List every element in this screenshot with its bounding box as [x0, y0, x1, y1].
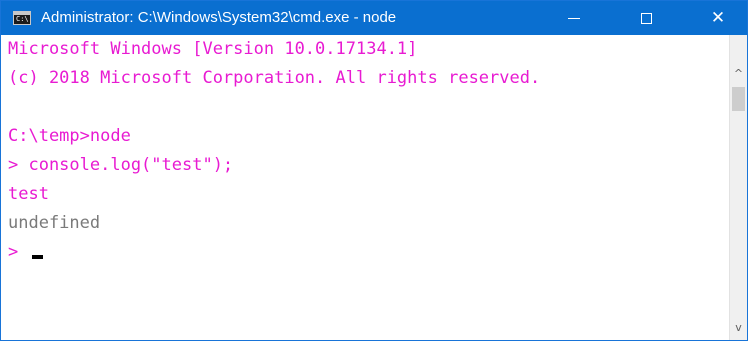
cmd-icon[interactable]: C:\: [13, 11, 31, 25]
console-line: > console.log("test");: [8, 155, 234, 175]
close-icon: ✕: [710, 8, 726, 28]
scrollbar-thumb[interactable]: [732, 87, 745, 111]
console-line: (c) 2018 Microsoft Corporation. All righ…: [8, 68, 541, 88]
console-window: C:\ Administrator: C:\Windows\System32\c…: [0, 0, 748, 341]
scroll-down-icon[interactable]: v: [730, 319, 747, 336]
console-line: Microsoft Windows [Version 10.0.17134.1]: [8, 39, 418, 59]
vertical-scrollbar[interactable]: ^ v: [729, 35, 747, 340]
console-line: C:\temp>node: [8, 126, 131, 146]
maximize-icon: [640, 13, 652, 24]
scroll-up-icon[interactable]: ^: [730, 65, 747, 82]
window-title: Administrator: C:\Windows\System32\cmd.e…: [41, 9, 397, 26]
close-button[interactable]: ✕: [695, 1, 741, 35]
text-cursor: [32, 255, 44, 259]
cmd-icon-label: C:\: [16, 15, 29, 23]
title-bar[interactable]: C:\ Administrator: C:\Windows\System32\c…: [1, 1, 747, 35]
console-line: undefined: [8, 213, 101, 233]
prompt-symbol: >: [8, 242, 19, 262]
minimize-icon: [568, 18, 580, 19]
console-prompt-line[interactable]: >: [8, 238, 729, 267]
minimize-button[interactable]: [551, 1, 597, 35]
console-output[interactable]: Microsoft Windows [Version 10.0.17134.1]…: [1, 35, 729, 340]
console-line: test: [8, 184, 49, 204]
maximize-button[interactable]: [623, 1, 669, 35]
